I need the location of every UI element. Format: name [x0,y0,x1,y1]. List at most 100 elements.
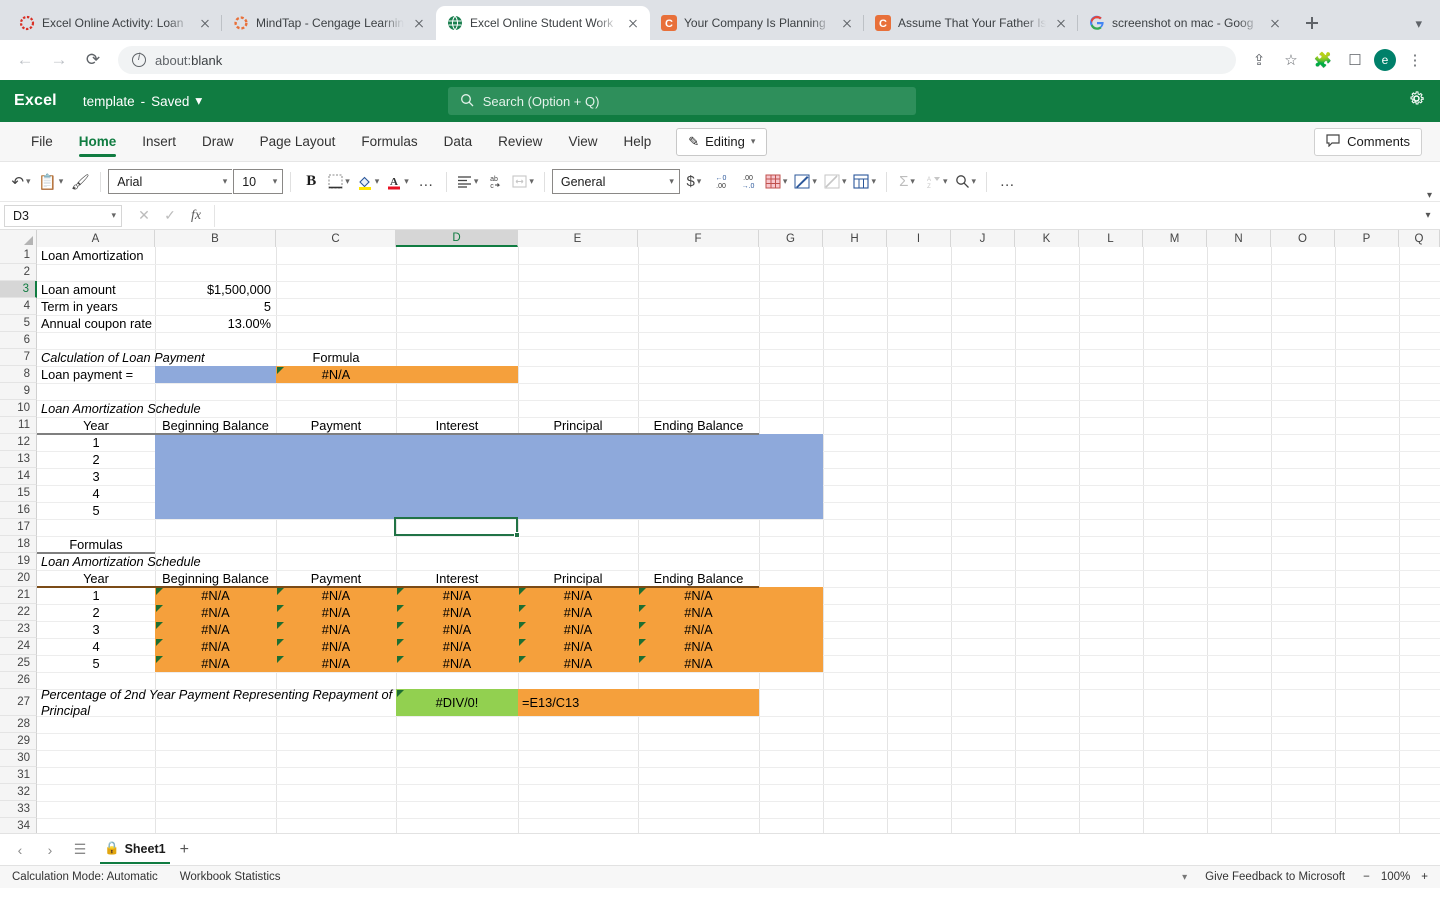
profile-avatar[interactable]: e [1374,49,1396,71]
bookmark-star-icon[interactable]: ☆ [1278,47,1304,73]
toolbar-overflow-button[interactable]: … [994,167,1020,197]
cell-c23[interactable]: #N/A [276,621,396,638]
close-icon[interactable] [411,15,427,31]
cell-c20[interactable]: Payment [276,570,396,587]
tab-insert[interactable]: Insert [129,125,189,159]
align-button[interactable]: ▾ [454,167,482,197]
cell-d22[interactable]: #N/A [396,604,518,621]
row-header-9[interactable]: 9 [0,383,37,400]
chevron-down-icon[interactable]: ▾ [783,176,788,187]
workbook-statistics-label[interactable]: Workbook Statistics [180,871,281,883]
cell-f23[interactable]: #N/A [638,621,759,638]
forward-button[interactable]: → [44,45,74,75]
browser-menu-icon[interactable]: ⋮ [1402,47,1428,73]
cell-e24[interactable]: #N/A [518,638,638,655]
wrap-text-button[interactable]: ab c [482,167,508,197]
editing-mode-button[interactable]: ✎ Editing ▾ [676,127,768,156]
extensions-puzzle-icon[interactable]: 🧩 [1310,47,1336,73]
close-icon[interactable] [1267,15,1283,31]
column-header-e[interactable]: E [518,230,638,247]
row-header-19[interactable]: 19 [0,553,37,570]
column-header-c[interactable]: C [276,230,396,247]
cell-f20[interactable]: Ending Balance [638,570,759,587]
tab-help[interactable]: Help [610,125,664,159]
column-header-g[interactable]: G [759,230,823,247]
column-header-o[interactable]: O [1271,230,1335,247]
tab-view[interactable]: View [555,125,610,159]
row-header-30[interactable]: 30 [0,750,37,767]
cell-d11[interactable]: Interest [396,417,518,434]
cell-d25[interactable]: #N/A [396,655,518,672]
chevron-down-icon[interactable]: ▾ [943,176,948,187]
cell-e25[interactable]: #N/A [518,655,638,672]
cell-c24[interactable]: #N/A [276,638,396,655]
undo-button[interactable]: ↶ ▾ [8,167,34,197]
chevron-down-icon[interactable]: ▾ [195,93,202,109]
cell-a13[interactable]: 2 [37,451,155,468]
back-button[interactable]: ← [10,45,40,75]
decrease-decimal-button[interactable]: ←0.00 [708,167,734,197]
column-header-p[interactable]: P [1335,230,1399,247]
currency-format-button[interactable]: $ ▾ [681,167,707,197]
cell-e20[interactable]: Principal [518,570,638,587]
select-all-corner[interactable] [0,230,37,247]
all-sheets-menu-icon[interactable]: ☰ [70,841,90,858]
row-header-24[interactable]: 24 [0,638,37,655]
reload-button[interactable]: ⟳ [78,45,108,75]
cell-a20[interactable]: Year [37,570,155,587]
tab-review[interactable]: Review [485,125,555,159]
browser-tab-4[interactable]: C Assume That Your Father Is [863,6,1078,40]
excel-logo[interactable]: Excel [14,92,57,110]
column-header-k[interactable]: K [1015,230,1079,247]
column-header-d[interactable]: D [396,230,518,247]
next-sheet-icon[interactable]: › [40,842,60,858]
prev-sheet-icon[interactable]: ‹ [10,842,30,858]
column-header-i[interactable]: I [887,230,951,247]
chevron-down-icon[interactable]: ▾ [345,176,350,187]
sheet-tab-sheet1[interactable]: 🔒 Sheet1 [100,836,170,864]
zoom-in-button[interactable]: + [1421,871,1428,883]
row-header-4[interactable]: 4 [0,298,37,315]
chevron-down-icon[interactable]: ▾ [910,176,915,187]
merge-cells-button[interactable]: ▾ [509,167,537,197]
column-header-m[interactable]: M [1143,230,1207,247]
chevron-down-icon[interactable]: ▾ [697,176,702,187]
share-icon[interactable]: ⇪ [1246,47,1272,73]
borders-button[interactable]: ▾ [325,167,353,197]
row-header-14[interactable]: 14 [0,468,37,485]
chevron-down-icon[interactable]: ▾ [59,176,64,187]
column-header-f[interactable]: F [638,230,759,247]
add-sheet-button[interactable]: + [180,841,189,859]
tab-home[interactable]: Home [66,125,130,159]
column-header-q[interactable]: Q [1399,230,1440,247]
row-header-28[interactable]: 28 [0,716,37,733]
row-header-6[interactable]: 6 [0,332,37,349]
font-size-select[interactable]: 10 ▾ [233,169,284,194]
browser-tab-0[interactable]: Excel Online Activity: Loan [8,6,222,40]
row-header-2[interactable]: 2 [0,264,37,281]
cell-c25[interactable]: #N/A [276,655,396,672]
insert-function-icon[interactable]: fx [184,208,208,224]
cell-e11[interactable]: Principal [518,417,638,434]
cell-c8[interactable]: #N/A [276,366,396,383]
font-name-select[interactable]: Arial ▾ [108,169,233,194]
cell-a5[interactable]: Annual coupon rate [37,315,155,332]
fill-color-button[interactable]: ▾ [354,167,383,197]
row-header-11[interactable]: 11 [0,417,37,434]
row-header-33[interactable]: 33 [0,801,37,818]
row-header-22[interactable]: 22 [0,604,37,621]
close-icon[interactable] [839,15,855,31]
cell-f22[interactable]: #N/A [638,604,759,621]
column-header-b[interactable]: B [155,230,276,247]
tab-page-layout[interactable]: Page Layout [247,125,349,159]
cell-d20[interactable]: Interest [396,570,518,587]
row-header-13[interactable]: 13 [0,451,37,468]
number-format-select[interactable]: General ▾ [551,169,680,194]
cell-b3[interactable]: $1,500,000 [155,281,276,298]
new-tab-button[interactable] [1298,9,1326,37]
chevron-down-icon[interactable]: ▾ [26,176,31,187]
page-info-icon[interactable] [132,52,146,67]
cell-f24[interactable]: #N/A [638,638,759,655]
address-bar[interactable]: about:blank [118,46,1236,74]
cell-a15[interactable]: 4 [37,485,155,502]
